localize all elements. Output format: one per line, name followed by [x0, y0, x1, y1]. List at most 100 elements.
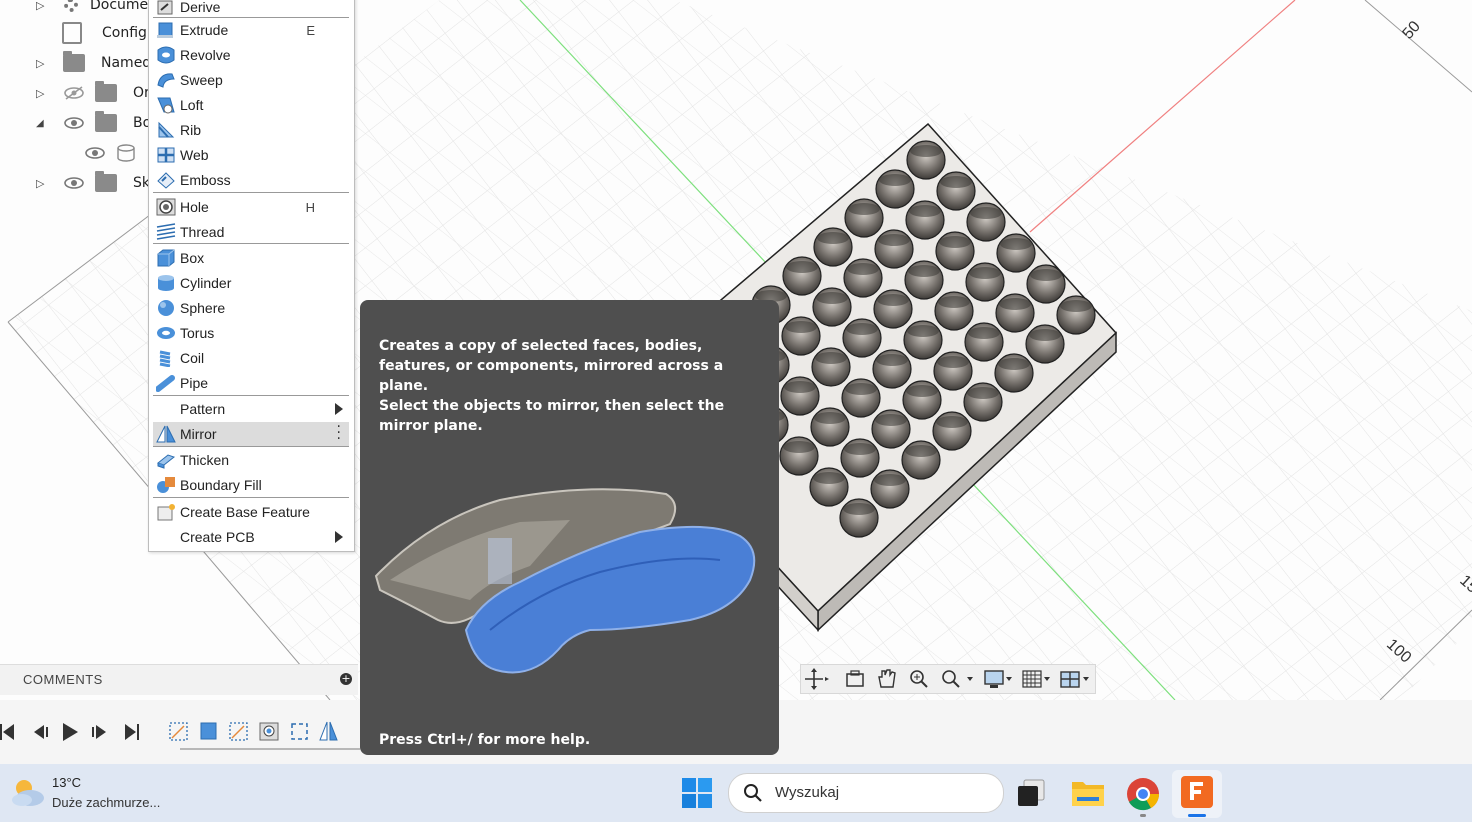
tree-item-body1[interactable]: [84, 140, 136, 166]
plate-hole-shadow: [784, 381, 816, 393]
plate-hole-shadow: [908, 265, 940, 277]
plate-hole-shadow: [970, 207, 1002, 219]
tree-item-label: Docume: [90, 0, 149, 13]
tree-item-origin[interactable]: ▷ Or: [36, 80, 150, 106]
menu-item-coil[interactable]: Coil: [153, 346, 349, 370]
eye-hidden-icon[interactable]: [63, 86, 85, 100]
step-forward-icon[interactable]: [92, 725, 106, 739]
expand-arrow-icon[interactable]: ▷: [36, 57, 48, 70]
menu-item-sphere[interactable]: Sphere: [153, 296, 349, 320]
plate-hole-shadow: [905, 445, 937, 457]
expand-arrow-icon[interactable]: ▷: [36, 177, 48, 190]
go-to-start-icon[interactable]: [0, 724, 14, 740]
menu-item-extrude[interactable]: Extrude E: [153, 18, 349, 42]
timeline-feature-extrude[interactable]: [200, 722, 217, 740]
fusion-taskbar-button[interactable]: [1172, 770, 1222, 818]
eye-icon[interactable]: [63, 116, 85, 130]
eye-icon[interactable]: [84, 146, 106, 160]
submenu-arrow-icon: [335, 531, 343, 543]
expand-arrow-icon[interactable]: ▷: [36, 0, 48, 12]
step-back-icon[interactable]: [34, 725, 48, 739]
plate-hole-shadow: [843, 503, 875, 515]
menu-item-loft[interactable]: Loft: [153, 93, 349, 117]
menu-item-cylinder[interactable]: Cylinder: [153, 271, 349, 295]
menu-item-hole[interactable]: Hole H: [153, 195, 349, 219]
menu-item-box[interactable]: Box: [153, 246, 349, 270]
eye-icon[interactable]: [63, 176, 85, 190]
fusion-active-indicator: [1188, 814, 1206, 817]
comments-panel: COMMENTS +: [0, 664, 358, 695]
timeline-feature-mirror[interactable]: [319, 721, 338, 741]
cylinder-icon: [158, 275, 174, 291]
submenu-arrow-icon: [335, 403, 343, 415]
windows-start-icon[interactable]: [682, 778, 712, 808]
thread-icon: [156, 223, 176, 240]
tree-item-label: Named: [101, 55, 152, 71]
orbit-icon[interactable]: [805, 668, 829, 690]
go-to-end-icon[interactable]: [125, 724, 139, 740]
search-icon: [744, 784, 762, 802]
menu-item-rib[interactable]: Rib: [153, 118, 349, 142]
tree-item-named-views[interactable]: ▷ Named: [36, 50, 151, 76]
menu-item-web[interactable]: Web: [153, 143, 349, 167]
plate-hole-shadow: [847, 263, 879, 275]
plate-hole-shadow: [939, 236, 971, 248]
expand-arrow-icon[interactable]: ▷: [36, 87, 48, 100]
timeline-track: [180, 748, 360, 750]
plate-hole-shadow: [940, 176, 972, 188]
loft-icon: [157, 97, 175, 114]
taskbar-search[interactable]: Wyszukaj: [728, 773, 1004, 813]
partly-cloudy-icon: [12, 780, 44, 806]
plate-hole-shadow: [783, 441, 815, 453]
mirror-tooltip: Creates a copy of selected faces, bodies…: [360, 300, 779, 755]
coil-icon: [159, 350, 171, 367]
windows-taskbar: 13°C Duże zachmurze... Wyszukaj: [0, 764, 1472, 822]
look-at-icon[interactable]: [846, 670, 864, 687]
collapse-arrow-icon[interactable]: ◢: [36, 118, 48, 129]
tree-item-configurations[interactable]: Configu: [60, 20, 156, 46]
timeline-feature-hole[interactable]: [259, 722, 279, 741]
weather-temperature: 13°C: [52, 775, 82, 790]
plate-hole-shadow: [938, 296, 970, 308]
menu-item-create-base-feature[interactable]: Create Base Feature: [153, 500, 349, 524]
menu-item-mirror[interactable]: Mirror · · ·: [153, 420, 349, 446]
chrome-icon[interactable]: [1126, 777, 1160, 811]
zoom-icon[interactable]: [910, 670, 928, 688]
display-settings-icon[interactable]: [984, 670, 1012, 688]
add-comment-icon[interactable]: +: [340, 673, 352, 685]
grid-settings-icon[interactable]: [1022, 670, 1050, 688]
menu-item-sweep[interactable]: Sweep: [153, 68, 349, 92]
fit-icon[interactable]: [942, 670, 973, 688]
play-icon[interactable]: [63, 723, 78, 741]
timeline-feature-sketch-2[interactable]: [229, 722, 248, 741]
hole-icon: [156, 198, 176, 216]
menu-separator: [153, 497, 349, 498]
pattern-icon: [156, 400, 176, 418]
menu-item-thicken[interactable]: Thicken: [153, 448, 349, 472]
task-view-icon[interactable]: [1016, 778, 1048, 808]
file-explorer-icon[interactable]: [1071, 778, 1105, 808]
menu-item-thread[interactable]: Thread: [153, 220, 349, 244]
plate-hole-shadow: [1030, 269, 1062, 281]
tree-item-bodies[interactable]: ◢ Bo: [36, 110, 151, 136]
plate-hole-shadow: [846, 323, 878, 335]
menu-item-emboss[interactable]: Emboss: [153, 168, 349, 192]
tree-item-sketches[interactable]: ▷ Sk: [36, 170, 150, 196]
search-placeholder: Wyszukaj: [775, 784, 840, 801]
plate-hole-shadow: [817, 232, 849, 244]
menu-item-pattern[interactable]: Pattern: [153, 397, 349, 421]
menu-item-torus[interactable]: Torus: [153, 321, 349, 345]
plate-hole-shadow: [879, 174, 911, 186]
menu-item-revolve[interactable]: Revolve: [153, 43, 349, 67]
gear-icon: [64, 0, 78, 12]
pan-icon[interactable]: [878, 669, 896, 688]
menu-item-pipe[interactable]: Pipe: [153, 371, 349, 395]
timeline-feature-pattern[interactable]: [291, 723, 308, 740]
more-options-icon[interactable]: · · ·: [337, 420, 341, 446]
plate-hole-shadow: [874, 474, 906, 486]
viewports-icon[interactable]: [1060, 671, 1089, 688]
timeline-feature-sketch-1[interactable]: [169, 722, 188, 741]
menu-item-create-pcb[interactable]: Create PCB: [153, 525, 349, 549]
tree-item-document-settings[interactable]: ▷ Docume: [36, 0, 148, 18]
menu-item-boundary-fill[interactable]: Boundary Fill: [153, 473, 349, 497]
